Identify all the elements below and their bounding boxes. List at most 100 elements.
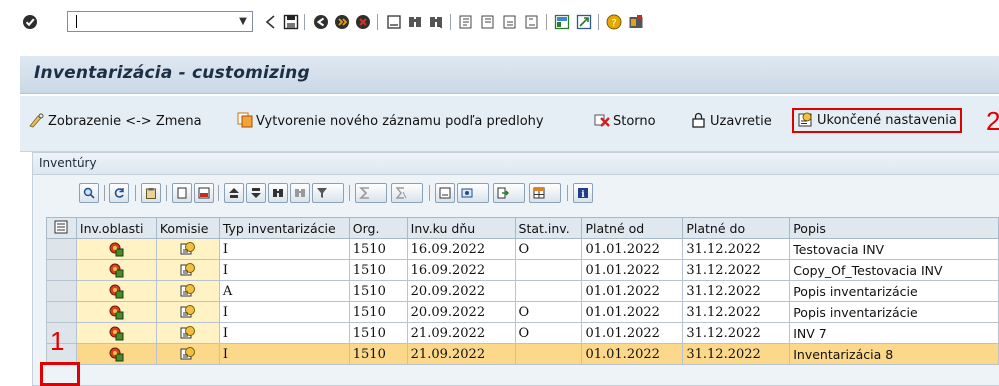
cell-org[interactable]: 1510 <box>348 280 408 302</box>
column-header-komisie[interactable]: Komisie <box>155 217 220 239</box>
views-button[interactable] <box>457 183 489 203</box>
sort-ascending-button[interactable] <box>224 183 244 203</box>
column-header-stat-inv[interactable]: Stat.inv. <box>514 217 583 239</box>
cell-platne-do[interactable]: 31.12.2022 <box>682 280 791 302</box>
commission-button[interactable] <box>155 238 220 260</box>
commission-button[interactable] <box>155 280 220 302</box>
cell-popis[interactable]: Copy_Of_Testovacia INV <box>789 259 999 281</box>
row-selector[interactable] <box>46 238 77 260</box>
cell-stat-inv[interactable]: O <box>514 301 583 323</box>
cell-popis[interactable]: Popis inventarizácie <box>789 280 999 302</box>
cell-org[interactable]: 1510 <box>348 259 408 281</box>
cell-platne-od[interactable]: 01.01.2022 <box>581 301 684 323</box>
filter-button[interactable] <box>312 183 344 203</box>
inv-area-button[interactable] <box>75 259 157 281</box>
cell-platne-do[interactable]: 31.12.2022 <box>682 343 791 365</box>
column-header-org[interactable]: Org. <box>348 217 408 239</box>
column-header-popis[interactable]: Popis <box>789 217 999 239</box>
back-icon[interactable] <box>263 14 279 30</box>
cell-stat-inv[interactable]: O <box>514 322 583 344</box>
cell-org[interactable]: 1510 <box>348 343 408 365</box>
display-change-button[interactable]: Zobrazenie <-> Zmena <box>28 110 202 134</box>
cell-platne-do[interactable]: 31.12.2022 <box>682 238 791 260</box>
find-next-icon[interactable] <box>428 14 444 30</box>
find-icon[interactable] <box>407 14 423 30</box>
inv-area-button[interactable] <box>75 301 157 323</box>
commission-button[interactable] <box>155 301 220 323</box>
print-preview-button[interactable] <box>435 183 455 203</box>
cell-org[interactable]: 1510 <box>348 301 408 323</box>
layout-button[interactable] <box>529 183 561 203</box>
commission-button[interactable] <box>155 259 220 281</box>
commission-button[interactable] <box>155 322 220 344</box>
cell-inv-ku-dnu[interactable]: 21.09.2022 <box>406 343 516 365</box>
cell-popis[interactable]: Popis inventarizácie <box>789 301 999 323</box>
finished-settings-button[interactable]: Ukončené nastavenia <box>792 108 962 133</box>
cell-platne-do[interactable]: 31.12.2022 <box>682 301 791 323</box>
view-button[interactable] <box>194 183 214 203</box>
chevron-down-icon[interactable]: ▼ <box>234 12 252 31</box>
refresh-button[interactable] <box>109 183 129 203</box>
cell-platne-od[interactable]: 01.01.2022 <box>581 238 684 260</box>
paste-button[interactable] <box>141 183 161 203</box>
cell-platne-do[interactable]: 31.12.2022 <box>682 259 791 281</box>
row-selector[interactable] <box>46 280 77 302</box>
cancel-button[interactable]: Storno <box>593 110 656 134</box>
cell-inv-ku-dnu[interactable]: 21.09.2022 <box>406 322 516 344</box>
table-row[interactable]: I 1510 21.09.2022 O 01.01.2022 31.12.2022 INV … <box>46 322 999 344</box>
first-page-icon[interactable] <box>458 14 474 30</box>
column-header-platne-do[interactable]: Platné do <box>682 217 791 239</box>
cell-popis[interactable]: Testovacia INV <box>789 238 999 260</box>
find-button[interactable] <box>268 183 288 203</box>
cell-typ[interactable]: I <box>218 238 350 260</box>
cell-inv-ku-dnu[interactable]: 20.09.2022 <box>406 301 516 323</box>
export-button[interactable] <box>493 183 525 203</box>
information-button[interactable]: i <box>573 183 593 203</box>
table-row[interactable]: I 1510 20.09.2022 O 01.01.2022 31.12.2022 Popi… <box>46 301 999 323</box>
cell-org[interactable]: 1510 <box>348 322 408 344</box>
shortcut-icon[interactable] <box>576 14 592 30</box>
row-selector[interactable] <box>46 259 77 281</box>
cell-inv-ku-dnu[interactable]: 16.09.2022 <box>406 238 516 260</box>
table-row[interactable]: I 1510 16.09.2022 O 01.01.2022 31.12.2022 Test… <box>46 238 999 260</box>
cancel-icon[interactable] <box>355 14 371 30</box>
cell-typ[interactable]: A <box>218 280 350 302</box>
inv-area-button[interactable] <box>75 343 157 365</box>
next-page-icon[interactable] <box>502 14 518 30</box>
cell-inv-ku-dnu[interactable]: 16.09.2022 <box>406 259 516 281</box>
enter-icon[interactable] <box>22 14 38 30</box>
new-entry-button[interactable] <box>172 183 192 203</box>
green-back-icon[interactable] <box>313 14 329 30</box>
row-selector[interactable] <box>46 301 77 323</box>
cell-platne-od[interactable]: 01.01.2022 <box>581 322 684 344</box>
cell-popis[interactable]: INV 7 <box>789 322 999 344</box>
details-button[interactable] <box>79 183 99 203</box>
cell-inv-ku-dnu[interactable]: 20.09.2022 <box>406 280 516 302</box>
table-row[interactable]: I 1510 21.09.2022 01.01.2022 31.12.2022 Inven… <box>46 343 999 365</box>
cell-platne-od[interactable]: 01.01.2022 <box>581 343 684 365</box>
column-header-inv-oblasti[interactable]: Inv.oblasti <box>75 217 157 239</box>
cell-stat-inv[interactable] <box>514 343 583 365</box>
command-field[interactable]: ▼ <box>67 11 253 32</box>
find-next-button[interactable] <box>290 183 310 203</box>
print-icon[interactable] <box>386 14 402 30</box>
cell-platne-od[interactable]: 01.01.2022 <box>581 259 684 281</box>
subtotal-button[interactable] <box>391 183 423 203</box>
new-from-template-button[interactable]: Vytvorenie nového záznamu podľa predlohy <box>236 110 544 134</box>
new-session-icon[interactable] <box>554 14 570 30</box>
help-icon[interactable]: ? <box>606 14 622 30</box>
table-row[interactable]: A 1510 20.09.2022 01.01.2022 31.12.2022 Popis… <box>46 280 999 302</box>
close-button[interactable]: Uzavretie <box>690 110 772 134</box>
cell-typ[interactable]: I <box>218 259 350 281</box>
column-header-inv-ku-dnu[interactable]: Inv.ku dňu <box>406 217 516 239</box>
column-header-typ[interactable]: Typ inventarizácie <box>218 217 350 239</box>
table-row[interactable]: I 1510 16.09.2022 01.01.2022 31.12.2022 Copy_… <box>46 259 999 281</box>
last-page-icon[interactable] <box>524 14 540 30</box>
previous-page-icon[interactable] <box>480 14 496 30</box>
cell-stat-inv[interactable]: O <box>514 238 583 260</box>
cell-typ[interactable]: I <box>218 322 350 344</box>
exit-icon[interactable] <box>334 14 350 30</box>
sort-descending-button[interactable] <box>246 183 266 203</box>
column-header-platne-od[interactable]: Platné od <box>581 217 684 239</box>
select-all-header[interactable] <box>46 217 77 239</box>
